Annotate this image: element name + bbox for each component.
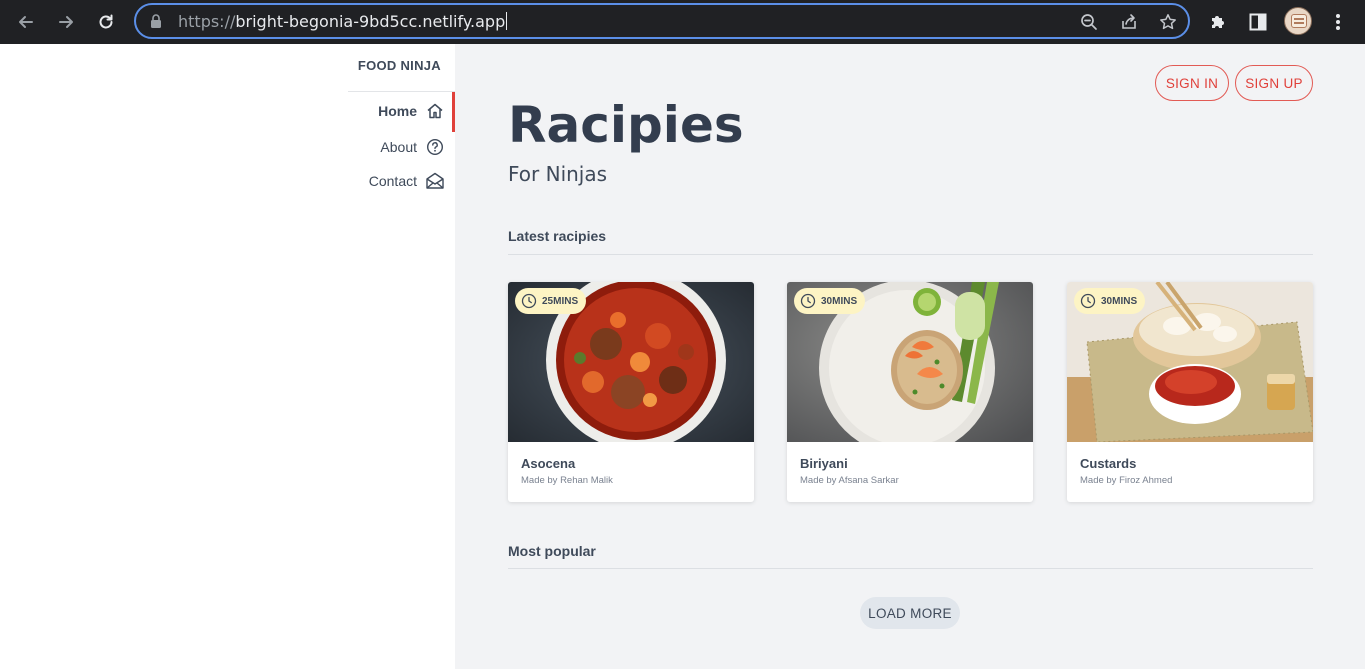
- home-icon: [425, 101, 445, 121]
- recipe-author: Made by Afsana Sarkar: [800, 475, 899, 486]
- profile-avatar[interactable]: [1284, 7, 1312, 35]
- load-more-button[interactable]: LOAD MORE: [860, 597, 960, 629]
- sign-in-button[interactable]: SIGN IN: [1155, 65, 1229, 101]
- extensions-button[interactable]: [1204, 8, 1232, 36]
- arrow-right-icon: [59, 16, 73, 28]
- recipe-author: Made by Rehan Malik: [521, 475, 613, 486]
- browser-toolbar: https://bright-begonia-9bd5cc.netlify.ap…: [0, 0, 1365, 44]
- recipe-card[interactable]: 25MINS Asocena Made by Rehan Malik: [508, 282, 754, 502]
- reload-icon: [99, 14, 113, 29]
- recipe-author: Made by Firoz Ahmed: [1080, 475, 1173, 486]
- sign-up-button[interactable]: SIGN UP: [1235, 65, 1313, 101]
- back-button[interactable]: [12, 8, 40, 36]
- cook-time-badge: 25MINS: [515, 288, 587, 314]
- recipe-name: Asocena: [521, 456, 576, 471]
- section-title-popular: Most popular: [508, 543, 596, 559]
- sidebar-item-label: Contact: [368, 173, 417, 189]
- clock-icon: [1080, 293, 1096, 309]
- more-vertical-icon: [1336, 14, 1340, 30]
- puzzle-icon: [1212, 16, 1224, 28]
- sidebar-item-label: About: [380, 139, 417, 155]
- page-subtitle: For Ninjas: [508, 162, 608, 186]
- zoom-icon[interactable]: [1078, 11, 1100, 33]
- arrow-left-icon: [19, 16, 33, 28]
- cook-time: 30MINS: [1101, 295, 1138, 307]
- sidebar-item-label: Home: [378, 103, 417, 119]
- section-divider: [508, 254, 1313, 255]
- url-text: https://bright-begonia-9bd5cc.netlify.ap…: [178, 12, 508, 31]
- section-divider: [508, 568, 1313, 569]
- side-panel-button[interactable]: [1244, 8, 1272, 36]
- sidebar-item-about[interactable]: About: [380, 135, 445, 159]
- recipe-name: Custards: [1080, 456, 1137, 471]
- cook-time: 30MINS: [821, 295, 858, 307]
- star-icon[interactable]: [1157, 11, 1179, 33]
- forward-button[interactable]: [52, 8, 80, 36]
- cook-time: 25MINS: [542, 295, 579, 307]
- browser-menu-button[interactable]: [1324, 8, 1352, 36]
- sidebar: FOOD NINJA Home About Contact: [0, 44, 455, 669]
- brand-logo[interactable]: FOOD NINJA: [358, 58, 441, 73]
- sidebar-item-home[interactable]: Home: [378, 99, 445, 123]
- recipe-card[interactable]: 30MINS Custards Made by Firoz Ahmed: [1067, 282, 1313, 502]
- recipe-card[interactable]: 30MINS Biriyani Made by Afsana Sarkar: [787, 282, 1033, 502]
- share-icon[interactable]: [1118, 11, 1140, 33]
- divider: [348, 91, 455, 92]
- side-panel-icon: [1249, 13, 1267, 31]
- cook-time-badge: 30MINS: [1074, 288, 1146, 314]
- section-title-latest: Latest racipies: [508, 228, 607, 244]
- address-bar[interactable]: https://bright-begonia-9bd5cc.netlify.ap…: [134, 3, 1190, 39]
- cook-time-badge: 30MINS: [794, 288, 866, 314]
- question-circle-icon: [425, 137, 445, 157]
- sidebar-item-contact[interactable]: Contact: [369, 169, 445, 193]
- clock-icon: [800, 293, 816, 309]
- lock-icon: [150, 14, 162, 33]
- reload-button[interactable]: [92, 8, 120, 36]
- main-content: SIGN IN SIGN UP Racipies For Ninjas Late…: [455, 44, 1365, 669]
- envelope-open-icon: [425, 171, 445, 191]
- clock-icon: [521, 293, 537, 309]
- recipe-name: Biriyani: [800, 456, 848, 471]
- page-title: Racipies: [508, 96, 744, 154]
